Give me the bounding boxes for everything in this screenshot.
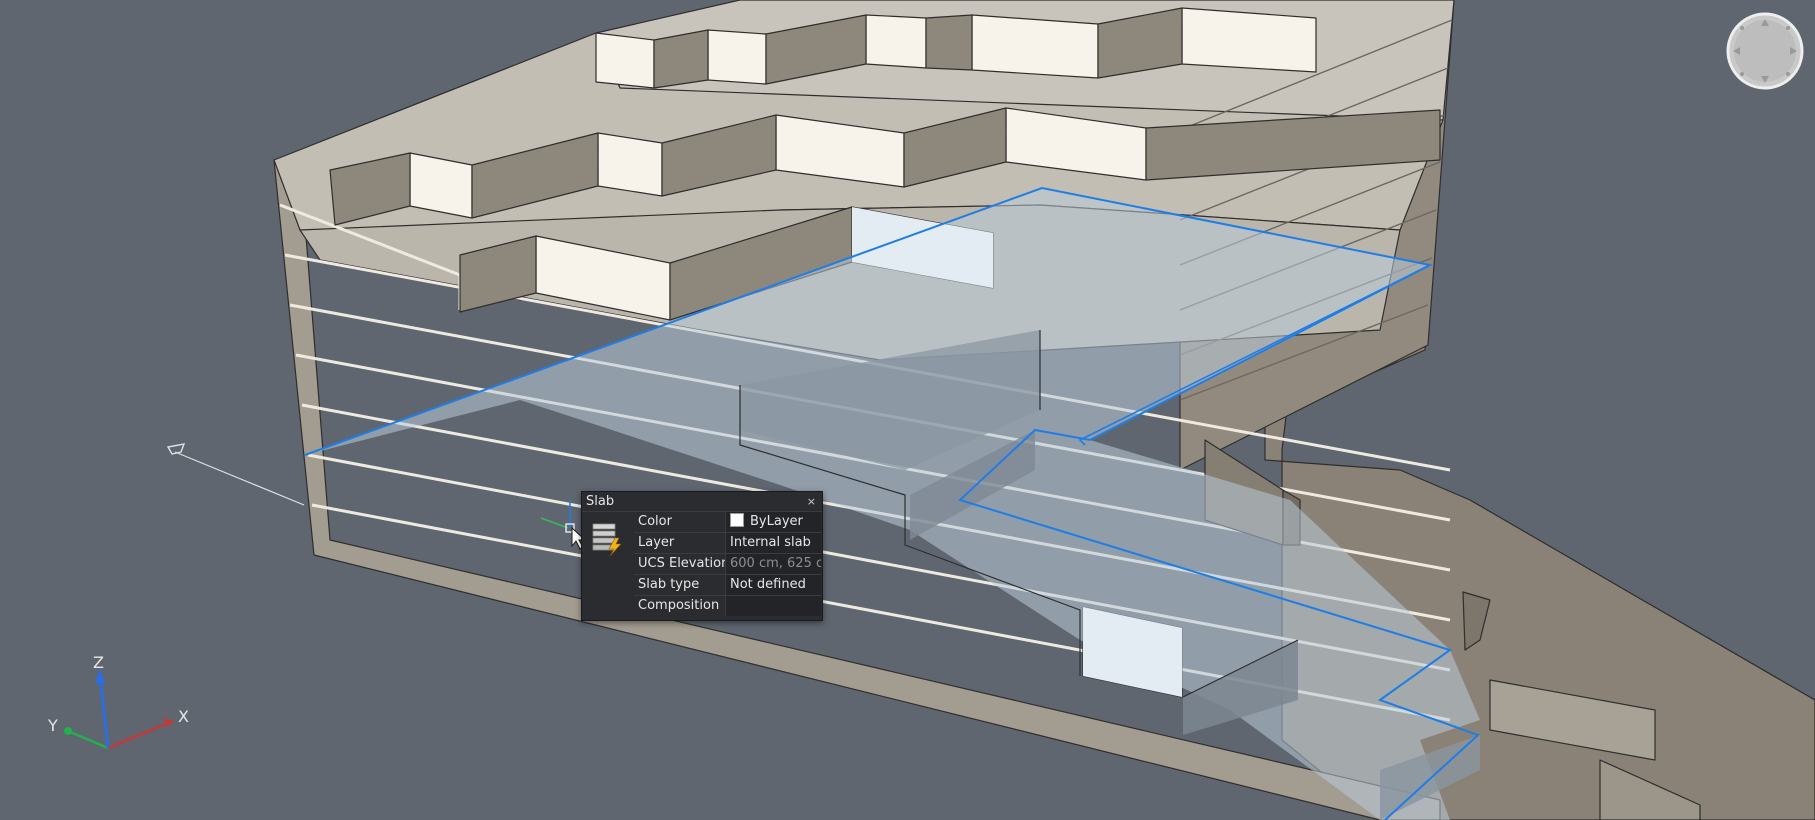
quick-properties-panel[interactable]: Slab × Color ByLayer Layer Internal slab… <box>581 491 823 621</box>
look-from-widget-icon[interactable] <box>1726 12 1804 90</box>
color-value-text: ByLayer <box>750 514 803 529</box>
ucs-x-label: X <box>178 707 189 726</box>
slab-type-value[interactable]: Not defined <box>726 575 821 595</box>
color-value[interactable]: ByLayer <box>726 512 821 532</box>
property-row-slab-type[interactable]: Slab type Not defined <box>634 575 821 596</box>
panel-title-bar[interactable]: Slab × <box>582 492 822 512</box>
properties-grid: Color ByLayer Layer Internal slab UCS El… <box>634 512 821 616</box>
property-label: Slab type <box>634 575 726 595</box>
property-row-color[interactable]: Color ByLayer <box>634 512 821 533</box>
composition-value[interactable] <box>726 596 821 616</box>
property-label: Color <box>634 512 726 532</box>
slab-lightning-icon <box>592 523 622 556</box>
model-viewport[interactable]: X Y Z <box>0 0 1815 820</box>
property-label: Layer <box>634 533 726 553</box>
property-label: UCS Elevation <box>634 554 726 574</box>
property-row-composition[interactable]: Composition <box>634 596 821 616</box>
close-icon[interactable]: × <box>807 492 816 511</box>
property-label: Composition <box>634 596 726 616</box>
property-row-layer[interactable]: Layer Internal slab <box>634 533 821 554</box>
property-row-ucs-elevation[interactable]: UCS Elevation 600 cm, 625 cm <box>634 554 821 575</box>
color-swatch <box>730 513 744 527</box>
ucs-elevation-value: 600 cm, 625 cm <box>726 554 821 574</box>
layer-value[interactable]: Internal slab <box>726 533 821 553</box>
ucs-z-label: Z <box>93 653 104 672</box>
ucs-y-label: Y <box>47 716 58 735</box>
panel-title: Slab <box>586 494 615 509</box>
